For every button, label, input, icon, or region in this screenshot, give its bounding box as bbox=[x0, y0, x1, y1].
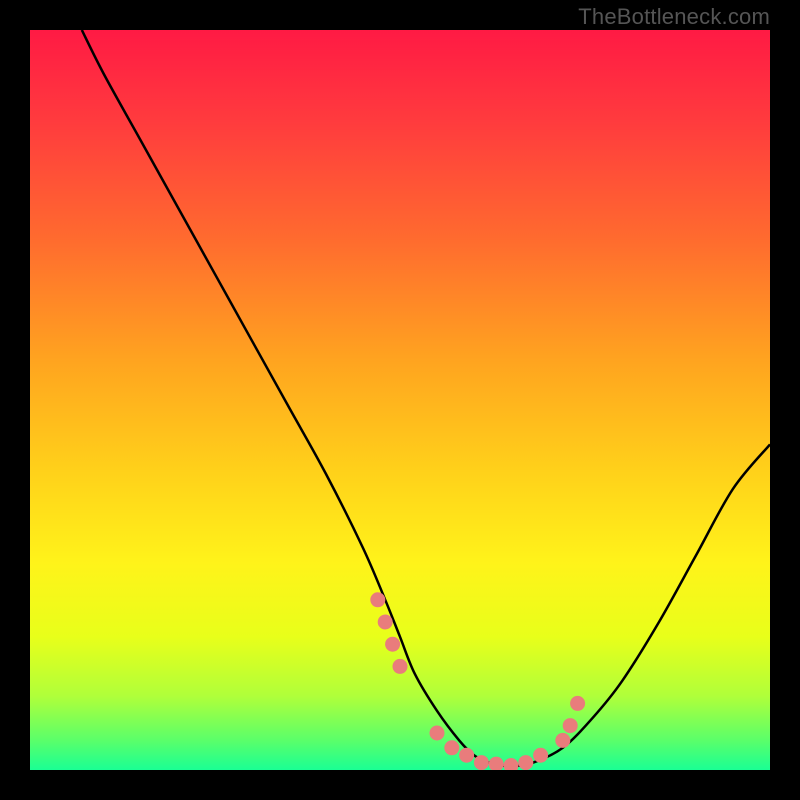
scatter-dot bbox=[385, 637, 400, 652]
scatter-dot bbox=[563, 718, 578, 733]
scatter-dot bbox=[444, 740, 459, 755]
scatter-dots bbox=[370, 592, 585, 770]
scatter-dot bbox=[555, 733, 570, 748]
bottleneck-curve bbox=[82, 30, 770, 766]
chart-curve-layer bbox=[30, 30, 770, 770]
scatter-dot bbox=[459, 748, 474, 763]
scatter-dot bbox=[393, 659, 408, 674]
watermark-text: TheBottleneck.com bbox=[578, 4, 770, 30]
chart-plot-area bbox=[30, 30, 770, 770]
scatter-dot bbox=[430, 726, 445, 741]
scatter-dot bbox=[504, 758, 519, 770]
scatter-dot bbox=[570, 696, 585, 711]
scatter-dot bbox=[474, 755, 489, 770]
scatter-dot bbox=[533, 748, 548, 763]
scatter-dot bbox=[489, 757, 504, 770]
scatter-dot bbox=[518, 755, 533, 770]
scatter-dot bbox=[370, 592, 385, 607]
scatter-dot bbox=[378, 615, 393, 630]
